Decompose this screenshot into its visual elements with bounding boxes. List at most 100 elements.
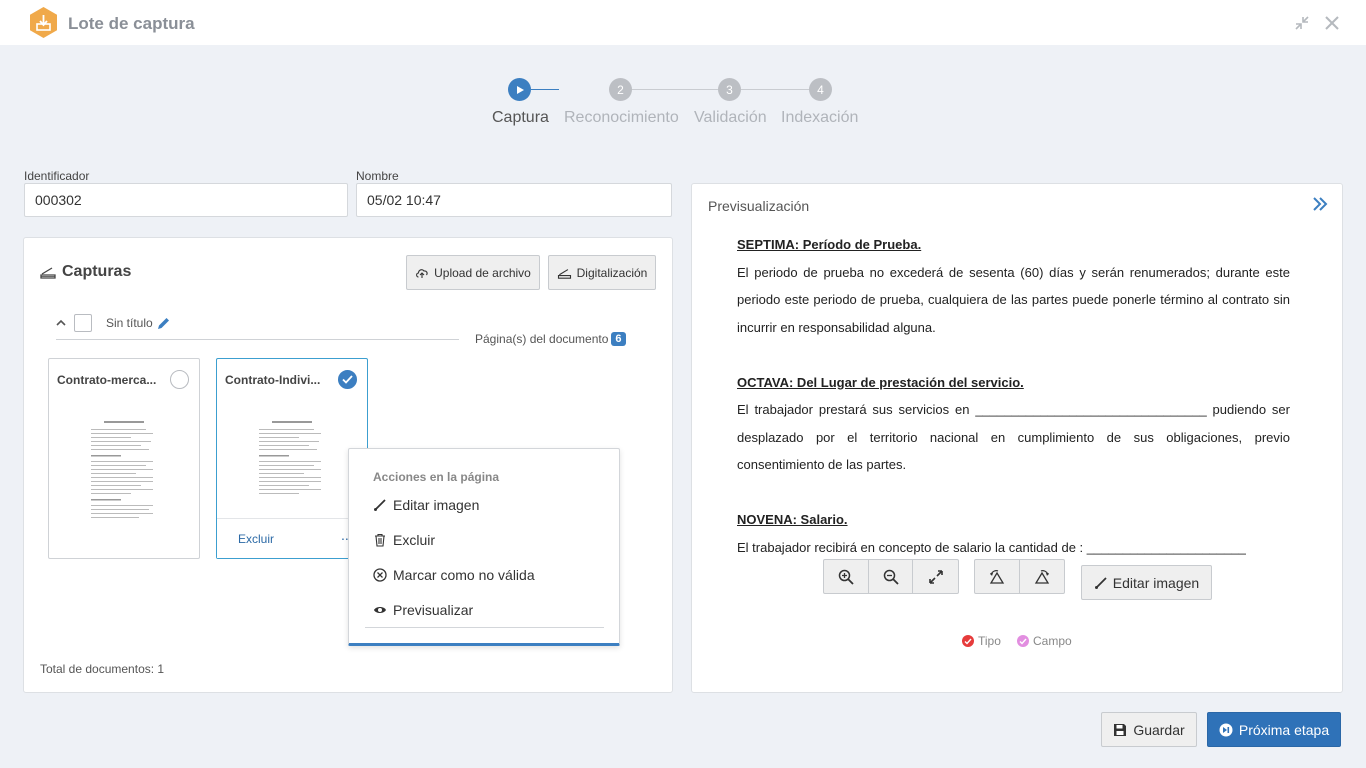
document-thumbnail: [91, 421, 153, 518]
preview-title: Previsualización: [708, 198, 810, 214]
menu-item-label: Editar imagen: [393, 497, 480, 513]
circle-x-icon: [373, 568, 387, 582]
trash-icon: [375, 533, 385, 547]
brush-icon: [1094, 576, 1107, 589]
document-preview-text: SEPTIMA: Período de Prueba. El periodo d…: [737, 231, 1290, 561]
zoom-in-button[interactable]: [824, 560, 869, 593]
step-2-indicator[interactable]: 2: [609, 78, 632, 101]
menu-item-label: Excluir: [393, 532, 436, 548]
nombre-label: Nombre: [356, 169, 399, 183]
edit-image-label: Editar imagen: [1112, 574, 1200, 591]
floppy-disk-icon: [1114, 723, 1127, 736]
rotate-left-icon: [989, 569, 1004, 584]
card-actions-bar: Excluir ...: [217, 518, 367, 558]
step-label-reconocimiento[interactable]: Reconocimiento: [564, 109, 679, 127]
document-select-radio[interactable]: [338, 370, 357, 389]
zoom-toolbar: [823, 559, 959, 594]
scanner-icon: [40, 267, 56, 279]
upload-file-button[interactable]: Upload de archivo: [406, 255, 540, 290]
document-group-header: Sin título: [56, 314, 171, 332]
step-connector: [741, 89, 809, 90]
group-checkbox[interactable]: [74, 314, 92, 332]
check-circle-icon: [1017, 635, 1029, 647]
preview-panel: Previsualización SEPTIMA: Período de Pru…: [691, 183, 1343, 693]
group-title: Sin título: [106, 316, 153, 330]
legend-campo-label: Campo: [1033, 634, 1072, 648]
document-card[interactable]: Contrato-merca...: [48, 358, 200, 559]
clause-heading: NOVENA: Salario.: [737, 512, 848, 527]
upload-file-label: Upload de archivo: [434, 265, 531, 280]
document-thumbnail: [259, 421, 321, 494]
group-divider: [56, 339, 459, 340]
document-name: Contrato-merca...: [57, 373, 157, 387]
step-4-indicator[interactable]: 4: [809, 78, 832, 101]
clause-body: El periodo de prueba no excederá de sese…: [737, 264, 1290, 335]
scan-label: Digitalización: [576, 265, 648, 280]
save-label: Guardar: [1133, 721, 1185, 738]
identificador-input[interactable]: [24, 183, 348, 217]
legend-tipo: Tipo: [962, 634, 1001, 648]
step-connector: [531, 89, 559, 90]
step-connector: [632, 89, 718, 90]
menu-item-mark-invalid[interactable]: Marcar como no válida: [373, 567, 535, 583]
pages-count-badge: 6: [611, 332, 626, 346]
check-circle-icon: [962, 635, 974, 647]
step-1-indicator[interactable]: [508, 78, 531, 101]
clause-body: El trabajador recibirá en concepto de sa…: [737, 539, 1246, 555]
upload-box-icon: [30, 7, 57, 38]
zoom-out-button[interactable]: [869, 560, 914, 593]
chevron-up-icon[interactable]: [56, 318, 66, 328]
capturas-title: Capturas: [40, 263, 131, 281]
save-button[interactable]: Guardar: [1101, 712, 1197, 747]
minimize-icon[interactable]: [1293, 14, 1311, 32]
brush-icon: [374, 499, 386, 511]
rotate-right-icon: [1034, 569, 1049, 584]
edit-image-button[interactable]: Editar imagen: [1081, 565, 1212, 600]
capturas-title-text: Capturas: [62, 263, 132, 280]
step-3-indicator[interactable]: 3: [718, 78, 741, 101]
zoom-out-icon: [883, 569, 899, 585]
cloud-upload-icon: [416, 268, 428, 278]
menu-item-label: Previsualizar: [393, 602, 474, 618]
pencil-icon[interactable]: [156, 316, 171, 331]
pages-label: Página(s) del documento: [475, 332, 609, 346]
fit-screen-button[interactable]: [913, 560, 958, 593]
menu-item-label: Marcar como no válida: [393, 567, 535, 583]
scan-button[interactable]: Digitalización: [548, 255, 656, 290]
page-actions-menu: Acciones en la página Editar imagen Excl…: [348, 448, 620, 646]
nombre-input[interactable]: [356, 183, 672, 217]
menu-heading: Acciones en la página: [373, 470, 500, 484]
rotate-left-button[interactable]: [975, 560, 1020, 593]
close-icon[interactable]: [1323, 14, 1341, 32]
total-documents: Total de documentos: 1: [40, 662, 165, 676]
eye-icon: [374, 607, 386, 613]
clause-heading: OCTAVA: Del Lugar de prestación del serv…: [737, 374, 1024, 390]
menu-item-delete[interactable]: Excluir: [373, 532, 435, 548]
menu-item-preview[interactable]: Previsualizar: [373, 602, 473, 618]
clause-body: El trabajador prestará sus servicios en …: [737, 402, 1290, 472]
document-select-radio[interactable]: [170, 370, 189, 389]
step-label-validacion[interactable]: Validación: [694, 109, 767, 127]
double-chevron-right-icon[interactable]: [1312, 196, 1328, 212]
delete-document-link[interactable]: Excluir: [238, 532, 274, 546]
app-header: Lote de captura: [0, 0, 1366, 45]
next-circle-icon: [1219, 723, 1233, 736]
rotate-toolbar: [974, 559, 1065, 594]
clause-heading: SEPTIMA: Período de Prueba.: [737, 237, 922, 252]
expand-icon: [928, 569, 943, 584]
step-label-indexacion[interactable]: Indexación: [781, 109, 858, 127]
play-icon: [516, 85, 524, 94]
legend-tipo-label: Tipo: [978, 634, 1001, 648]
menu-divider: [365, 627, 604, 628]
menu-item-edit-image[interactable]: Editar imagen: [373, 497, 479, 513]
next-step-label: Próxima etapa: [1238, 721, 1330, 738]
document-name: Contrato-Indivi...: [225, 373, 321, 387]
identificador-label: Identificador: [24, 169, 90, 183]
step-label-captura[interactable]: Captura: [492, 109, 549, 127]
rotate-right-button[interactable]: [1020, 560, 1065, 593]
pages-count: Página(s) del documento 6: [475, 332, 626, 346]
document-card[interactable]: Contrato-Indivi... Excluir ...: [216, 358, 368, 559]
legend-campo: Campo: [1017, 634, 1072, 648]
scanner-icon: [557, 268, 571, 279]
next-step-button[interactable]: Próxima etapa: [1207, 712, 1341, 747]
